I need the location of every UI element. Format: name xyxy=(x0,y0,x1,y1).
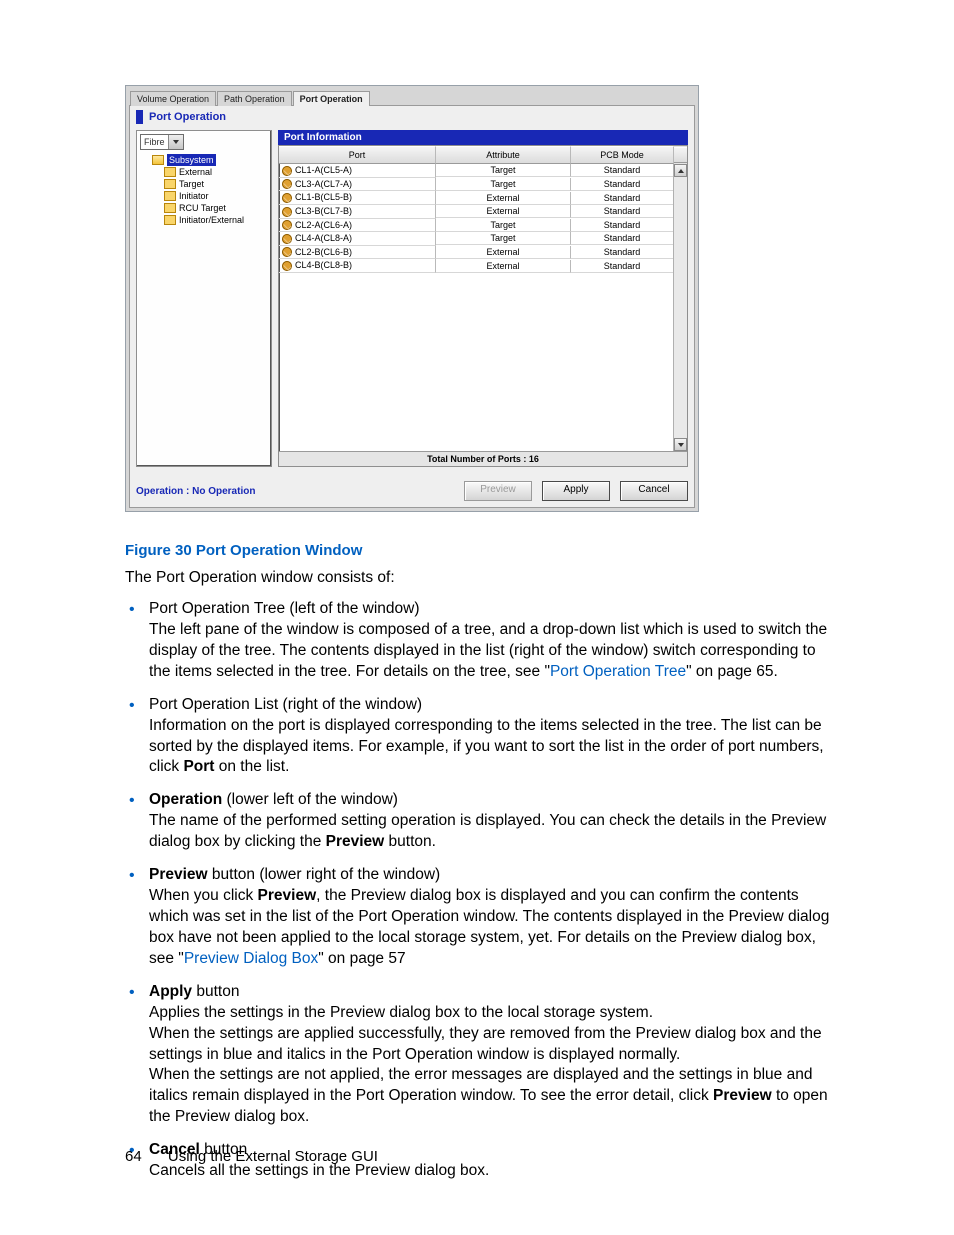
tree-node-initiator[interactable]: Initiator xyxy=(164,190,268,202)
col-pcb-mode[interactable]: PCB Mode xyxy=(571,146,674,164)
tree-node-rcu-target[interactable]: RCU Target xyxy=(164,202,268,214)
tree-node-external[interactable]: External xyxy=(164,166,268,178)
tree-panel: Fibre Subsystem xyxy=(136,130,272,467)
link-port-operation-tree[interactable]: Port Operation Tree xyxy=(550,663,686,680)
tab-port-operation[interactable]: Port Operation xyxy=(293,91,370,106)
folder-icon xyxy=(164,203,176,213)
port-icon xyxy=(282,193,292,203)
folder-icon xyxy=(164,215,176,225)
folder-icon xyxy=(164,167,176,177)
folder-icon xyxy=(164,191,176,201)
table-row[interactable]: CL4-A(CL8-A)TargetStandard xyxy=(279,232,687,246)
port-icon xyxy=(282,179,292,189)
document-body: Figure 30 Port Operation Window The Port… xyxy=(125,542,838,1182)
port-information-header: Port Information xyxy=(278,130,688,145)
tree-type-dropdown[interactable]: Fibre xyxy=(140,134,184,150)
tab-strip: Volume Operation Path Operation Port Ope… xyxy=(126,86,698,105)
folder-icon xyxy=(164,179,176,189)
page-footer: 64 Using the External Storage GUI xyxy=(125,1148,378,1165)
table-row[interactable]: CL4-B(CL8-B)ExternalStandard xyxy=(279,259,687,273)
operation-bar: Operation : No Operation Preview Apply C… xyxy=(130,473,694,507)
folder-open-icon xyxy=(152,155,164,165)
bullet-port-tree: Port Operation Tree (left of the window)… xyxy=(125,599,838,683)
preview-button[interactable]: Preview xyxy=(464,481,532,501)
dropdown-label: Fibre xyxy=(141,137,168,147)
footer-title: Using the External Storage GUI xyxy=(168,1148,378,1165)
port-icon xyxy=(282,207,292,217)
table-row[interactable]: CL3-A(CL7-A)TargetStandard xyxy=(279,178,687,192)
port-table: Port Attribute PCB Mode CL1-A(CL5-A)Targ… xyxy=(278,145,688,467)
apply-button[interactable]: Apply xyxy=(542,481,610,501)
table-row[interactable]: CL2-B(CL6-B)ExternalStandard xyxy=(279,246,687,260)
operation-status: Operation : No Operation xyxy=(136,486,255,497)
chevron-down-icon[interactable] xyxy=(168,135,183,149)
scroll-up-icon[interactable] xyxy=(674,164,687,177)
port-operation-window: Volume Operation Path Operation Port Ope… xyxy=(125,85,699,512)
port-operation-tree: Subsystem External Target Initiator RCU … xyxy=(140,154,268,226)
bullet-operation: Operation (lower left of the window) The… xyxy=(125,790,838,853)
figure-caption: Figure 30 Port Operation Window xyxy=(125,542,838,559)
total-ports-label: Total Number of Ports : 16 xyxy=(279,451,687,466)
scroll-down-icon[interactable] xyxy=(674,438,687,451)
table-header: Port Attribute PCB Mode xyxy=(279,146,687,164)
page-number: 64 xyxy=(125,1148,142,1165)
section-title-text: Port Operation xyxy=(149,111,226,123)
vertical-scrollbar[interactable] xyxy=(673,164,687,451)
port-information-panel: Port Information Port Attribute PCB Mode… xyxy=(278,130,688,467)
intro-paragraph: The Port Operation window consists of: xyxy=(125,569,838,587)
port-icon xyxy=(282,234,292,244)
port-icon xyxy=(282,247,292,257)
table-row[interactable]: CL3-B(CL7-B)ExternalStandard xyxy=(279,205,687,219)
port-icon xyxy=(282,220,292,230)
link-preview-dialog-box[interactable]: Preview Dialog Box xyxy=(184,950,318,967)
tab-volume-operation[interactable]: Volume Operation xyxy=(130,91,216,106)
table-row[interactable]: CL1-B(CL5-B)ExternalStandard xyxy=(279,191,687,205)
cancel-button[interactable]: Cancel xyxy=(620,481,688,501)
section-title: Port Operation xyxy=(130,106,694,130)
tree-node-initiator-external[interactable]: Initiator/External xyxy=(164,214,268,226)
bullet-preview: Preview button (lower right of the windo… xyxy=(125,865,838,970)
title-bar-icon xyxy=(136,110,143,124)
port-icon xyxy=(282,261,292,271)
table-row[interactable]: CL2-A(CL6-A)TargetStandard xyxy=(279,219,687,233)
bullet-port-list: Port Operation List (right of the window… xyxy=(125,695,838,779)
col-attribute[interactable]: Attribute xyxy=(436,146,571,164)
tree-node-subsystem[interactable]: Subsystem xyxy=(152,154,268,166)
tree-node-target[interactable]: Target xyxy=(164,178,268,190)
tab-path-operation[interactable]: Path Operation xyxy=(217,91,292,106)
col-port[interactable]: Port xyxy=(279,146,436,164)
scroll-header xyxy=(674,147,687,163)
table-row[interactable]: CL1-A(CL5-A)TargetStandard xyxy=(279,164,687,178)
bullet-apply: Apply button Applies the settings in the… xyxy=(125,982,838,1128)
port-icon xyxy=(282,166,292,176)
